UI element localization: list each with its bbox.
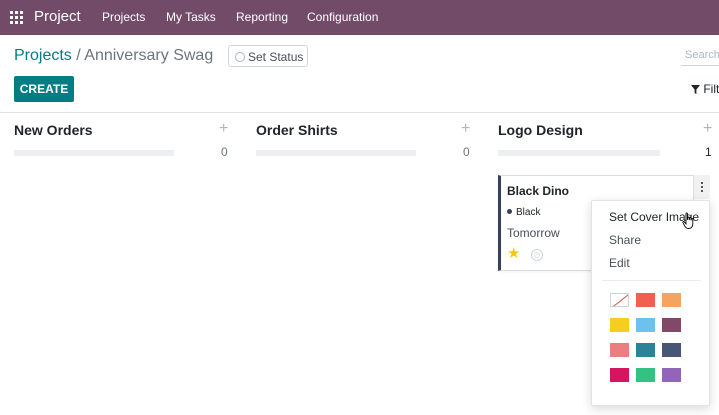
color-swatch-none[interactable]	[610, 293, 629, 307]
color-swatch[interactable]	[636, 293, 655, 307]
tag-color-dot	[507, 208, 512, 214]
nav-projects[interactable]: Projects	[102, 10, 145, 24]
add-task-icon[interactable]: +	[219, 120, 228, 138]
app-name[interactable]: Project	[34, 8, 81, 25]
top-navbar: Project Projects My Tasks Reporting Conf…	[0, 0, 719, 35]
color-swatch[interactable]	[662, 318, 681, 332]
breadcrumb-projects-link[interactable]: Projects	[14, 47, 72, 64]
card-menu-icon[interactable]	[694, 175, 710, 199]
nav-my-tasks[interactable]: My Tasks	[166, 10, 216, 24]
column-count: 0	[463, 145, 470, 159]
task-title: Black Dino	[507, 184, 570, 198]
column-title-order-shirts: Order Shirts	[256, 122, 338, 138]
status-circle-icon	[235, 52, 245, 62]
task-tag: Black	[507, 207, 540, 218]
set-status-label: Set Status	[248, 50, 304, 64]
column-count: 0	[221, 145, 228, 159]
column-count: 1	[705, 145, 712, 159]
add-task-icon[interactable]: +	[703, 120, 712, 138]
menu-edit[interactable]: Edit	[609, 256, 630, 270]
set-status-button[interactable]: Set Status	[228, 45, 308, 67]
breadcrumb-separator: /	[76, 47, 81, 64]
nav-reporting[interactable]: Reporting	[236, 10, 288, 24]
filters-label: Filters	[703, 82, 719, 96]
clock-icon[interactable]: ◷	[531, 249, 543, 261]
star-icon[interactable]: ★	[507, 246, 520, 262]
breadcrumb-current: Anniversary Swag	[84, 47, 214, 64]
progress-bar	[14, 150, 174, 156]
search-input[interactable]	[681, 44, 719, 66]
task-deadline: Tomorrow	[507, 226, 560, 240]
tag-label: Black	[516, 207, 541, 218]
progress-bar	[498, 150, 660, 156]
column-title-new-orders: New Orders	[14, 122, 93, 138]
filters-button[interactable]: Filters	[691, 82, 719, 96]
nav-configuration[interactable]: Configuration	[307, 10, 378, 24]
color-swatch[interactable]	[636, 368, 655, 382]
color-swatch[interactable]	[662, 368, 681, 382]
app-grid-icon[interactable]	[10, 11, 23, 24]
breadcrumb: Projects / Anniversary Swag	[14, 47, 213, 65]
progress-bar	[256, 150, 416, 156]
add-task-icon[interactable]: +	[461, 120, 470, 138]
color-swatch[interactable]	[610, 343, 629, 357]
menu-share[interactable]: Share	[609, 233, 641, 247]
color-swatch[interactable]	[636, 318, 655, 332]
color-swatch[interactable]	[610, 318, 629, 332]
color-swatch[interactable]	[610, 368, 629, 382]
menu-divider	[602, 280, 701, 281]
card-dropdown-menu: Set Cover Image Share Edit	[591, 200, 710, 406]
column-title-logo-design: Logo Design	[498, 122, 583, 138]
control-panel: Projects / Anniversary Swag Set Status C…	[0, 35, 719, 113]
color-swatch[interactable]	[662, 293, 681, 307]
hand-cursor-icon	[682, 212, 694, 229]
color-swatch[interactable]	[662, 343, 681, 357]
create-button[interactable]: CREATE	[14, 76, 74, 102]
filter-icon	[691, 85, 700, 94]
color-swatch[interactable]	[636, 343, 655, 357]
